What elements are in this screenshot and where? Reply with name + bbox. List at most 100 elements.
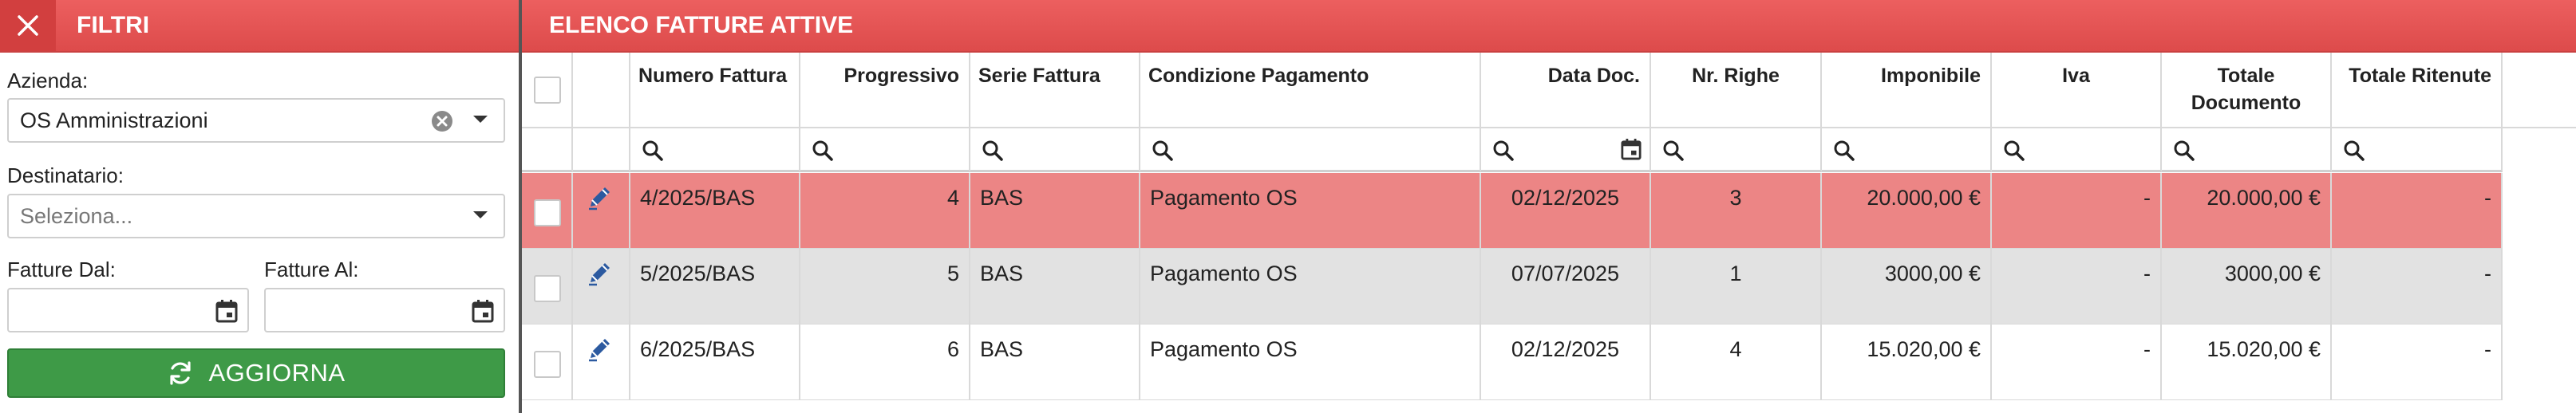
cell-value: 3000,00 € [1884,262,1981,285]
column-header-righe[interactable]: Nr. Righe [1651,53,1822,128]
clear-circle-icon[interactable] [430,109,454,133]
filter-input-data[interactable] [1481,128,1651,172]
cell-ritenute[interactable]: - [2332,173,2503,249]
column-header-progressivo[interactable]: Progressivo [800,53,970,128]
filter-input-numero[interactable] [630,128,800,172]
cell-iva[interactable]: - [1992,173,2162,249]
chevron-down-icon[interactable] [473,116,488,123]
pencil-icon[interactable] [586,258,614,287]
destinatario-label: Destinatario: [7,163,124,187]
filter-input-imponibile[interactable] [1822,128,1992,172]
search-icon[interactable] [2343,140,2365,162]
column-header-serie[interactable]: Serie Fattura [970,53,1140,128]
cell-totale[interactable]: 15.020,00 € [2162,324,2332,400]
azienda-select[interactable]: OS Amministrazioni [7,98,505,143]
row-checkbox[interactable] [534,351,561,378]
cell-progressivo[interactable]: 5 [800,249,970,324]
search-icon[interactable] [642,140,664,162]
row-edit-cell [573,173,630,249]
search-icon[interactable] [1662,140,1685,162]
column-header-data[interactable]: Data Doc. [1481,53,1651,128]
column-header-ritenute[interactable]: Totale Ritenute [2332,53,2503,128]
cell-imponibile[interactable]: 15.020,00 € [1822,324,1992,400]
cell-value: 15.020,00 € [1867,337,1981,361]
pencil-icon[interactable] [586,183,614,211]
cell-data[interactable]: 02/12/2025 [1481,324,1651,400]
cell-numero[interactable]: 4/2025/BAS [630,173,800,249]
cell-progressivo[interactable]: 6 [800,324,970,400]
cell-condizione[interactable]: Pagamento OS [1140,249,1481,324]
cell-iva[interactable]: - [1992,324,2162,400]
cell-righe[interactable]: 1 [1651,249,1822,324]
filter-input-serie[interactable] [970,128,1140,172]
cell-value: 1 [1729,262,1742,285]
search-icon[interactable] [812,140,834,162]
search-icon[interactable] [982,140,1004,162]
cell-value: 20.000,00 € [2207,186,2321,210]
filter-input-totale[interactable] [2162,128,2332,172]
cell-condizione[interactable]: Pagamento OS [1140,324,1481,400]
filter-cell-empty [522,128,573,172]
filter-input-ritenute[interactable] [2332,128,2503,172]
row-checkbox[interactable] [534,275,561,302]
cell-righe[interactable]: 3 [1651,173,1822,249]
column-header-numero[interactable]: Numero Fattura [630,53,800,128]
column-header-label: Numero Fattura [638,65,788,87]
app-root: FILTRI Azienda: OS Amministrazioni Desti… [0,0,2576,413]
cell-numero[interactable]: 6/2025/BAS [630,324,800,400]
cell-righe[interactable]: 4 [1651,324,1822,400]
invoices-panel: ELENCO FATTURE ATTIVE Numero Fattura Prog… [522,0,2576,413]
cell-value: 6 [946,337,959,361]
cell-progressivo[interactable]: 4 [800,173,970,249]
search-icon[interactable] [1152,140,1174,162]
column-header-totale[interactable]: Totale Documento [2162,53,2332,128]
calendar-icon[interactable] [215,299,238,323]
aggiorna-button[interactable]: AGGIORNA [7,348,505,398]
filter-input-condizione[interactable] [1140,128,1481,172]
cell-serie[interactable]: BAS [970,173,1140,249]
cell-value: - [2484,337,2491,361]
cell-totale[interactable]: 20.000,00 € [2162,173,2332,249]
cell-totale[interactable]: 3000,00 € [2162,249,2332,324]
cell-imponibile[interactable]: 3000,00 € [1822,249,1992,324]
cell-value: 4 [1729,337,1742,361]
column-header-condizione[interactable]: Condizione Pagamento [1140,53,1481,128]
actions-header-cell [573,53,630,128]
cell-condizione[interactable]: Pagamento OS [1140,173,1481,249]
calendar-icon[interactable] [472,299,494,323]
row-select-cell [522,173,573,249]
cell-value: Pagamento OS [1150,337,1298,361]
cell-data[interactable]: 07/07/2025 [1481,249,1651,324]
filter-input-iva[interactable] [1992,128,2162,172]
chevron-down-icon[interactable] [473,211,488,218]
search-icon[interactable] [2173,140,2195,162]
column-header-imponibile[interactable]: Imponibile [1822,53,1992,128]
destinatario-select[interactable]: Seleziona... [7,194,505,238]
cell-ritenute[interactable]: - [2332,249,2503,324]
cell-imponibile[interactable]: 20.000,00 € [1822,173,1992,249]
cell-numero[interactable]: 5/2025/BAS [630,249,800,324]
search-icon[interactable] [1833,140,1855,162]
search-icon[interactable] [2003,140,2025,162]
cell-ritenute[interactable]: - [2332,324,2503,400]
calendar-icon[interactable] [1621,138,1642,160]
select-all-checkbox[interactable] [534,77,561,104]
invoices-header: ELENCO FATTURE ATTIVE [522,0,2576,53]
column-header-iva[interactable]: Iva [1992,53,2162,128]
close-filters-button[interactable] [0,0,56,51]
fatture-dal-field[interactable] [7,288,249,332]
pencil-icon[interactable] [586,334,614,363]
filter-input-righe[interactable] [1651,128,1822,172]
close-icon [18,15,38,36]
cell-iva[interactable]: - [1992,249,2162,324]
filters-title: FILTRI [77,12,150,38]
fatture-al-field[interactable] [264,288,505,332]
cell-value: 3000,00 € [2224,262,2321,285]
cell-data[interactable]: 02/12/2025 [1481,173,1651,249]
cell-serie[interactable]: BAS [970,324,1140,400]
filter-input-progressivo[interactable] [800,128,970,172]
search-icon[interactable] [1492,140,1515,162]
cell-value: 15.020,00 € [2207,337,2321,361]
cell-serie[interactable]: BAS [970,249,1140,324]
row-checkbox[interactable] [534,199,561,226]
